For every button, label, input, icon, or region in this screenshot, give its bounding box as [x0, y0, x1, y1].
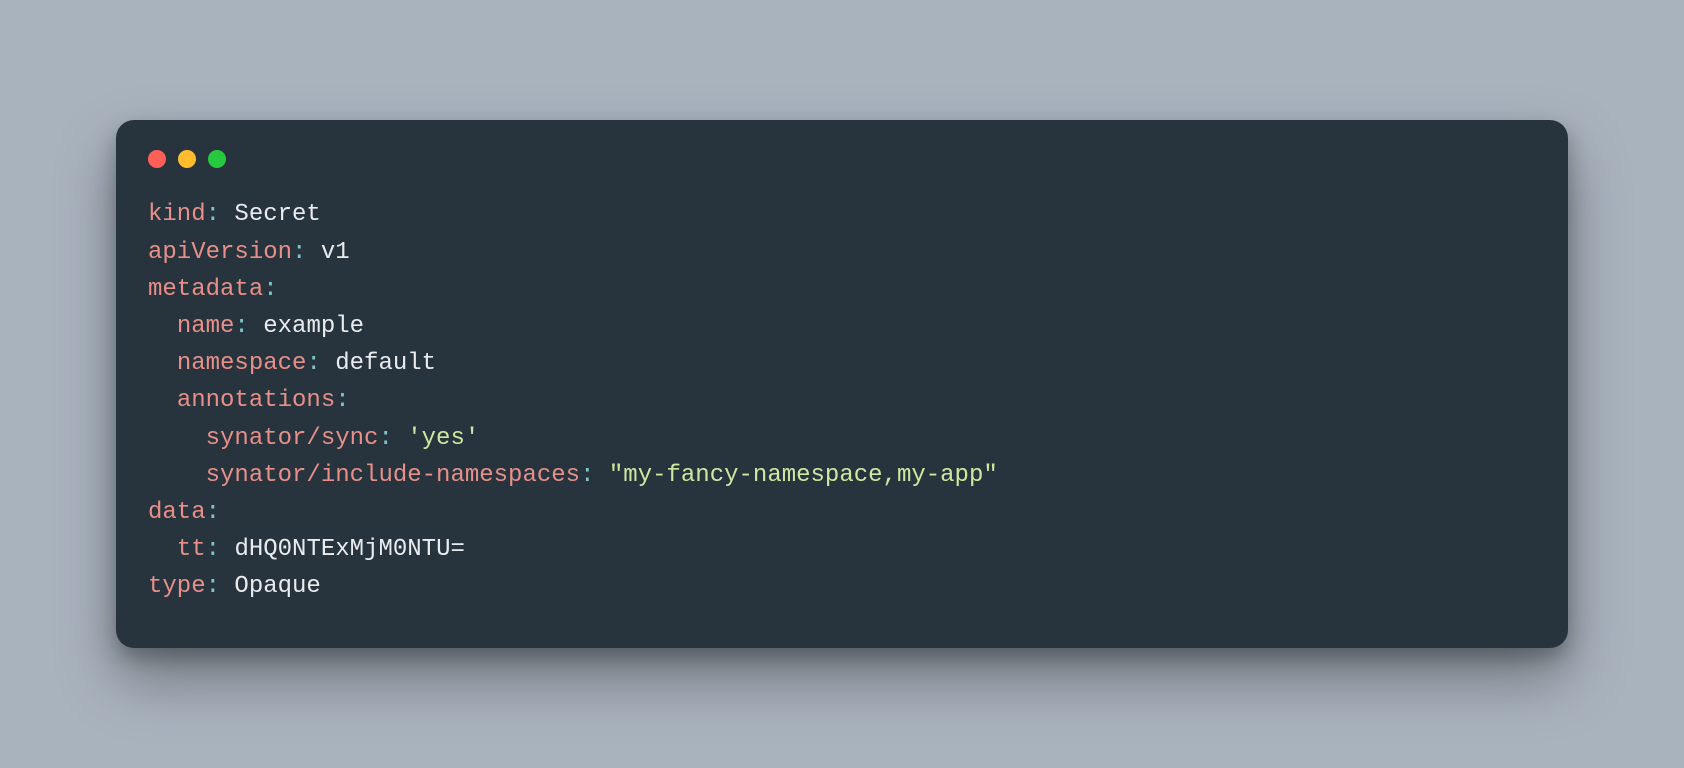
traffic-close-icon[interactable]: [148, 150, 166, 168]
colon: :: [292, 239, 306, 266]
yaml-key-name: name: [177, 313, 235, 340]
colon: :: [206, 201, 220, 228]
yaml-key-data: data: [148, 499, 206, 526]
code-window: kind: Secret apiVersion: v1 metadata: na…: [116, 120, 1568, 647]
yaml-key-type: type: [148, 573, 206, 600]
window-titlebar: [148, 148, 1536, 196]
colon: :: [378, 425, 392, 452]
colon: :: [234, 313, 248, 340]
stage: kind: Secret apiVersion: v1 metadata: na…: [0, 0, 1684, 768]
colon: :: [206, 573, 220, 600]
yaml-key-apiversion: apiVersion: [148, 239, 292, 266]
colon: :: [580, 462, 594, 489]
colon: :: [206, 536, 220, 563]
code-block: kind: Secret apiVersion: v1 metadata: na…: [148, 196, 1536, 605]
yaml-key-synator-sync: synator/sync: [206, 425, 379, 452]
colon: :: [335, 387, 349, 414]
yaml-key-annotations: annotations: [177, 387, 335, 414]
yaml-value-synator-sync: 'yes': [407, 425, 479, 452]
yaml-value-kind: Secret: [234, 201, 320, 228]
yaml-value-synator-include-namespaces: "my-fancy-namespace,my-app": [609, 462, 998, 489]
colon: :: [206, 499, 220, 526]
traffic-minimize-icon[interactable]: [178, 150, 196, 168]
yaml-key-metadata: metadata: [148, 276, 263, 303]
yaml-value-namespace: default: [335, 350, 436, 377]
yaml-key-namespace: namespace: [177, 350, 307, 377]
yaml-value-type: Opaque: [234, 573, 320, 600]
yaml-value-tt: dHQ0NTExMjM0NTU=: [234, 536, 464, 563]
yaml-value-name: example: [263, 313, 364, 340]
yaml-key-kind: kind: [148, 201, 206, 228]
traffic-zoom-icon[interactable]: [208, 150, 226, 168]
colon: :: [263, 276, 277, 303]
yaml-value-apiversion: v1: [321, 239, 350, 266]
yaml-key-synator-include-namespaces: synator/include-namespaces: [206, 462, 580, 489]
yaml-key-tt: tt: [177, 536, 206, 563]
colon: :: [306, 350, 320, 377]
